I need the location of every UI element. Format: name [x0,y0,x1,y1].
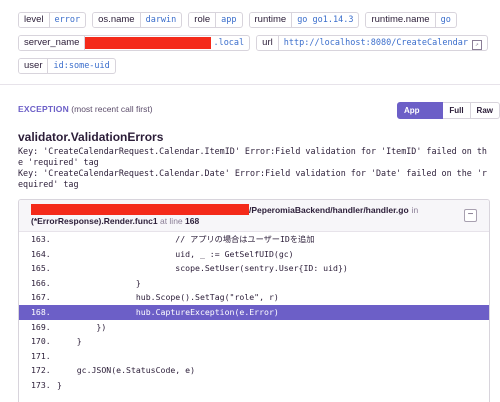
exception-subtitle: (most recent call first) [68,104,153,114]
code-text: }) [57,321,107,332]
tag-value: darwin [145,15,177,25]
line-number: 167. [31,292,51,303]
tag-value: http://localhost:8080/CreateCalendar ↗ [279,36,487,50]
stacktrace-view-toggle: App Only Full Raw [397,102,500,130]
line-number: 168. [31,306,51,317]
tags-section: level error os.name darwin role app runtime go … [18,12,488,81]
tag-url[interactable]: url http://localhost:8080/CreateCalendar… [256,35,488,51]
external-link-icon[interactable]: ↗ [471,40,482,50]
tag-role[interactable]: role app [188,12,243,28]
code-line: 166. } [19,276,489,291]
code-line: 164. uid, _ := GetSelfUID(gc) [19,247,489,262]
exception-label: EXCEPTION [18,104,69,114]
line-number: 172. [31,365,51,376]
code-line: 170. } [19,334,489,349]
tag-runtime-name[interactable]: runtime.name go [365,12,457,28]
code-text: // アプリの場合はユーザーIDを追加 [57,234,315,244]
code-text: hub.CaptureException(e.Error) [57,306,279,317]
redacted-path [31,204,249,215]
frame-path-suffix: /PeperomiaBackend/handler/handler.go [249,204,409,215]
tag-key: os.name [93,13,141,27]
line-number: 164. [31,248,51,259]
line-number: 166. [31,277,51,288]
exception-type: validator.ValidationErrors [18,130,164,144]
code-line: 167. hub.Scope().SetTag("role", r) [19,290,489,305]
at-line-label: at line [159,216,183,226]
tag-row: level error os.name darwin role app runtime go … [18,12,488,28]
code-text: } [57,277,141,288]
tag-key: user [19,59,49,73]
section-divider [0,84,500,85]
tag-value: id:some-uid [53,61,110,71]
exception-header: EXCEPTION (most recent call first) [18,104,153,114]
full-button[interactable]: Full [443,102,471,119]
code-line-active: 168. hub.CaptureException(e.Error) [19,304,489,320]
code-text: } [57,379,62,390]
tag-level[interactable]: level error [18,12,87,28]
tag-key: level [19,13,50,27]
tag-server-name[interactable]: server_name .local [18,35,251,51]
tag-value: go go1.14.3 [297,15,354,25]
app-only-button[interactable]: App Only [397,102,444,130]
tag-row: server_name .local url http://localhost:… [18,35,488,51]
tag-key: role [189,13,217,27]
collapse-icon[interactable]: − [464,209,477,222]
code-text: uid, _ := GetSelfUID(gc) [57,248,294,259]
line-number: 163. [31,234,51,244]
code-line: 172. gc.JSON(e.StatusCode, e) [19,363,489,378]
tag-key: runtime.name [366,13,436,27]
frame-function: (*ErrorResponse).Render.func1 at line 16… [31,216,199,226]
stack-frame: /PeperomiaBackend/handler/handler.go in … [18,199,490,402]
raw-button[interactable]: Raw [470,102,500,119]
code-line: 171. [19,349,489,364]
hostname-suffix: .local [213,38,245,48]
line-number: 171. [31,350,51,361]
line-number: 170. [31,336,51,347]
url-value: http://localhost:8080/CreateCalendar [283,38,468,48]
tag-key: url [257,36,279,50]
code-line: 163. // アプリの場合はユーザーIDを追加 [19,232,489,247]
code-line: 173.} [19,378,489,393]
tag-user[interactable]: user id:some-uid [18,58,116,74]
exception-message: Key: 'CreateCalendarRequest.Calendar.Ite… [18,146,487,189]
frame-header[interactable]: /PeperomiaBackend/handler/handler.go in … [19,200,489,232]
line-number: 168 [185,216,200,226]
tag-row: user id:some-uid [18,58,488,74]
code-context: 163. // アプリの場合はユーザーIDを追加 164. uid, _ := G… [19,232,489,393]
redacted-hostname [85,37,212,49]
frame-path: /PeperomiaBackend/handler/handler.go in [31,204,418,215]
code-line: 165. scope.SetUser(sentry.User{ID: uid}) [19,261,489,276]
tag-value: go [440,15,451,25]
code-text: } [57,336,82,347]
tag-key: runtime [249,13,293,27]
line-number: 169. [31,321,51,332]
code-line: 169. }) [19,320,489,335]
tag-value: app [221,15,237,25]
function-name: (*ErrorResponse).Render.func1 [31,216,158,226]
tag-key: server_name [19,36,86,50]
code-text: hub.Scope().SetTag("role", r) [57,292,279,303]
tag-runtime[interactable]: runtime go go1.14.3 [248,12,360,28]
tag-value: error [54,15,81,25]
tag-value: .local [85,36,249,50]
code-text: scope.SetUser(sentry.User{ID: uid}) [57,263,348,274]
code-text: gc.JSON(e.StatusCode, e) [57,365,196,376]
line-number: 173. [31,379,51,390]
tag-os-name[interactable]: os.name darwin [92,12,183,28]
line-number: 165. [31,263,51,274]
frame-in-label: in [411,204,419,215]
